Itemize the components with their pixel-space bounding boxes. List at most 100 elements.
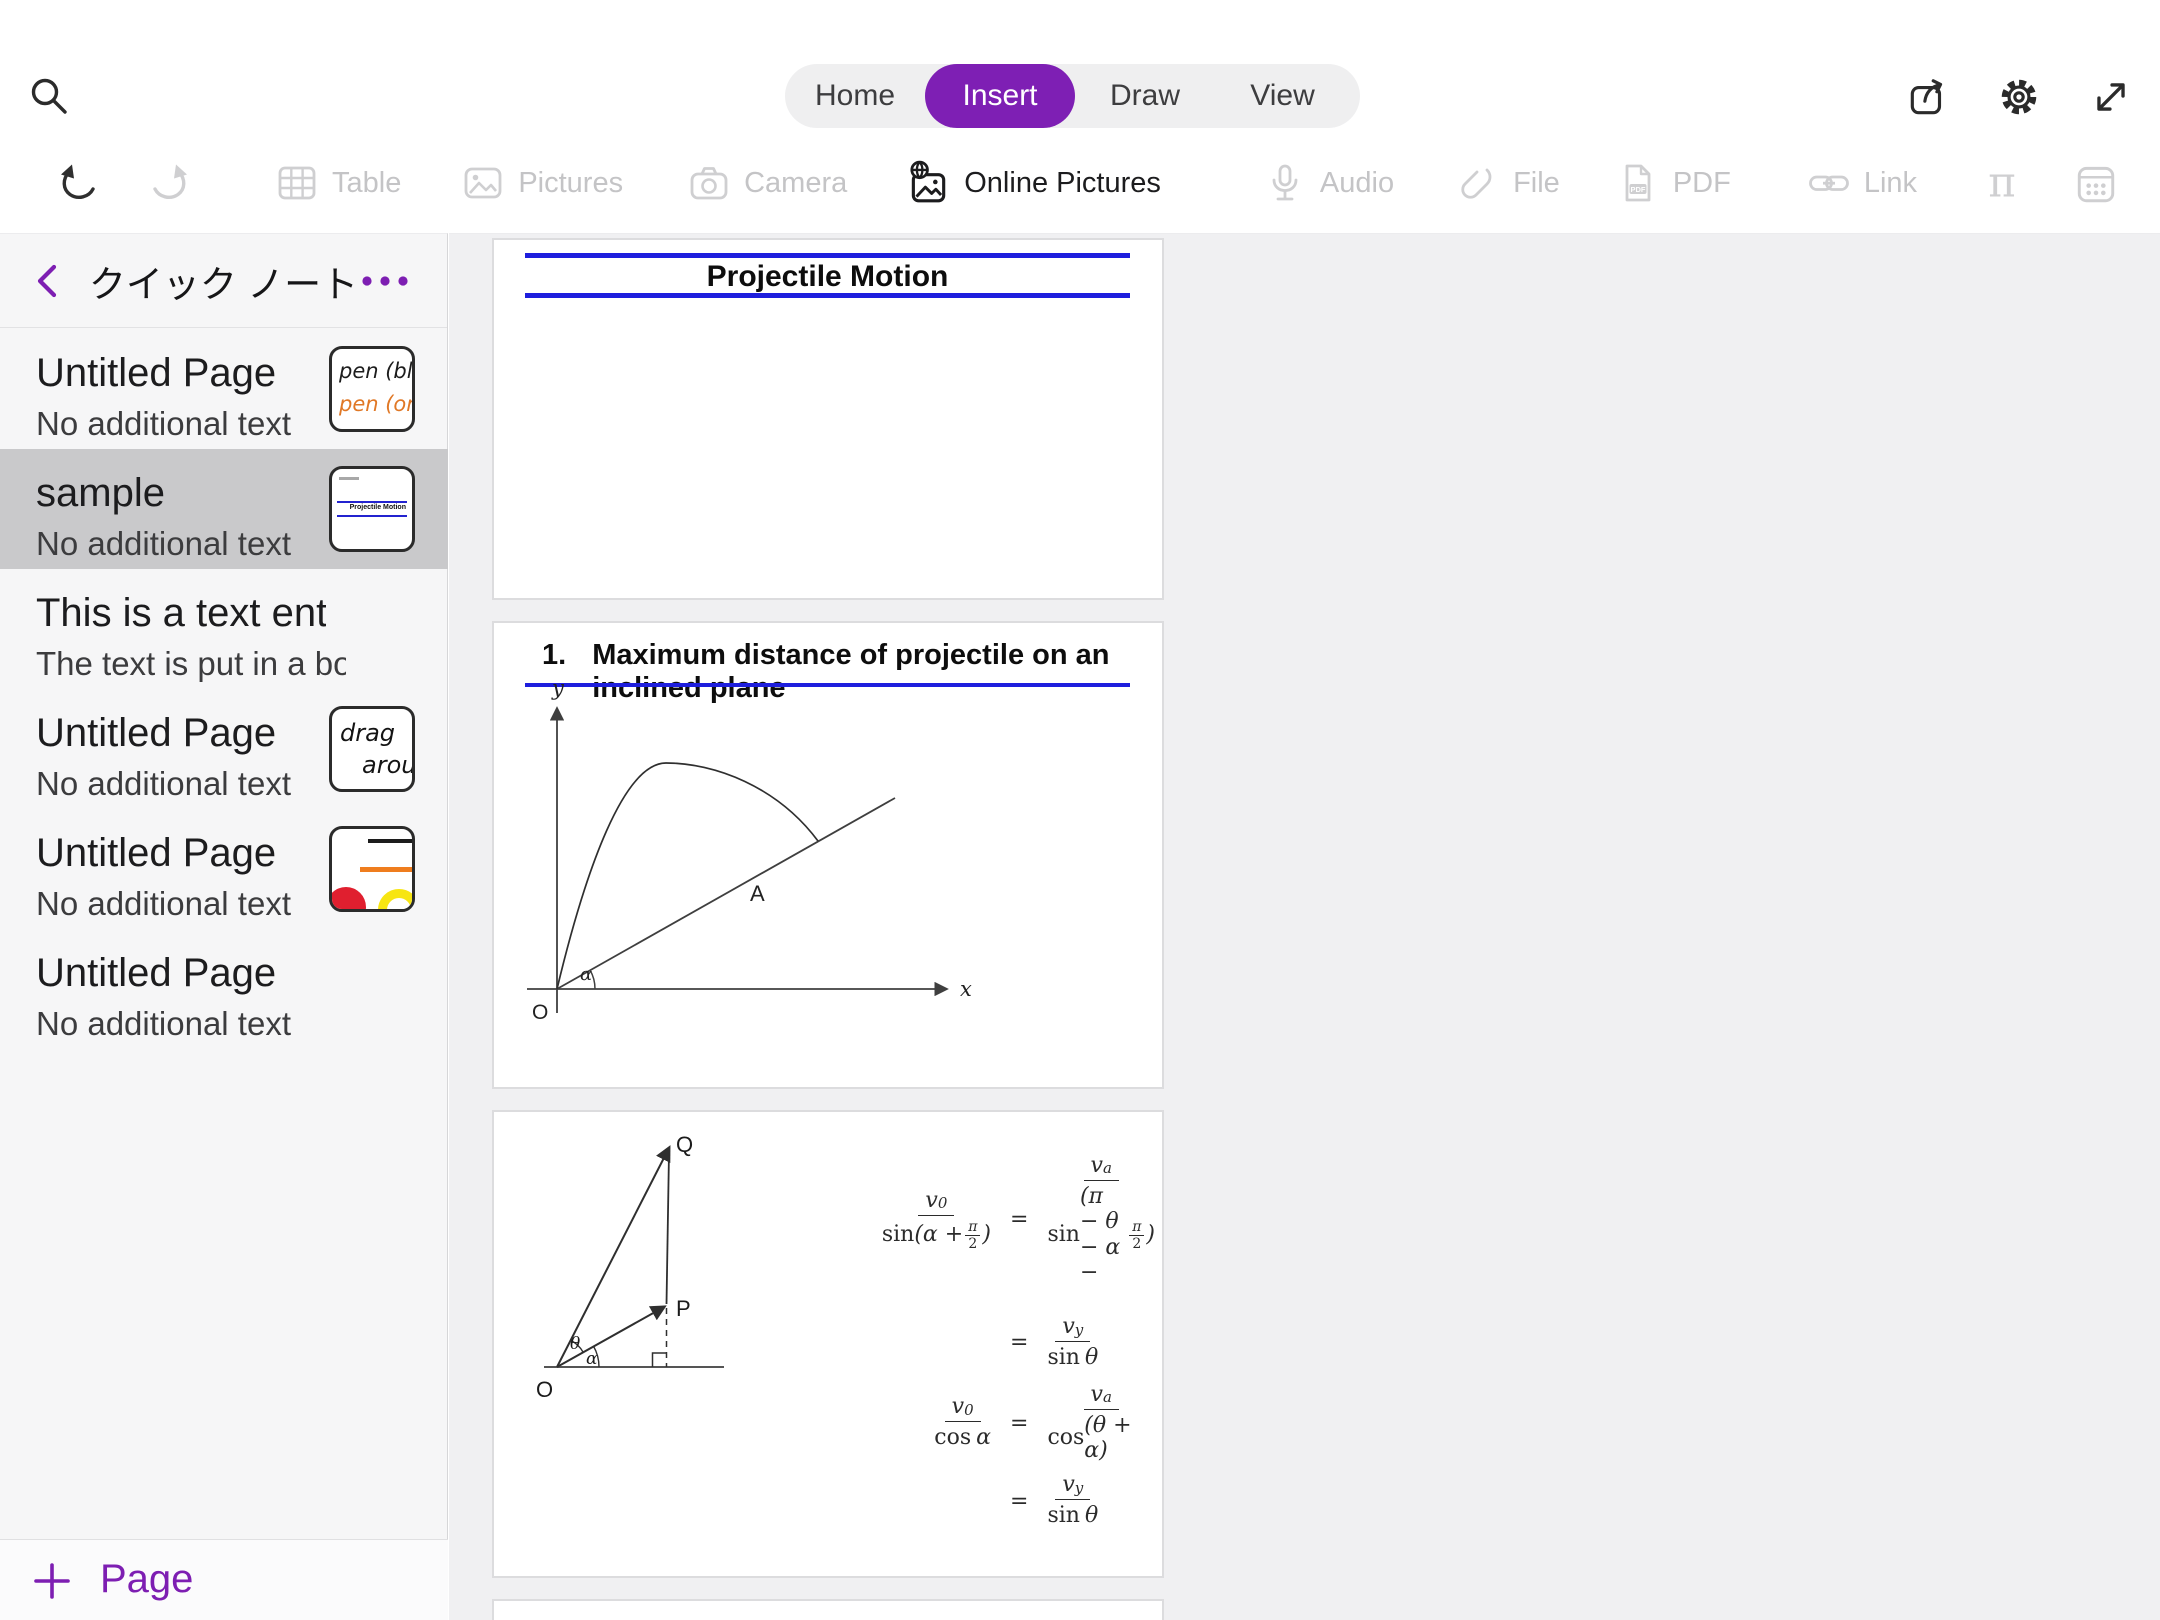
link-icon <box>1807 161 1851 205</box>
insert-online-pictures-button[interactable]: Online Pictures <box>905 160 1161 206</box>
thumb-rule <box>337 501 407 503</box>
page-list: Untitled Page No additional text pen (bl… <box>0 329 447 1049</box>
redo-icon <box>149 161 193 205</box>
thumb-rule <box>337 515 407 517</box>
equals-sign: = <box>1010 1489 1028 1514</box>
note-canvas[interactable]: Projectile Motion 1. Maximum distance of… <box>449 233 2160 1620</box>
page-list-item[interactable]: Untitled Page No additional text drag ar… <box>0 689 448 809</box>
page-title: Untitled Page <box>36 951 276 996</box>
page-title: This is a text entered in... <box>36 591 326 636</box>
note-outline-title[interactable]: Projectile Motion <box>492 238 1164 600</box>
insert-file-button[interactable]: File <box>1456 161 1560 205</box>
pdf-label: PDF <box>1673 167 1731 200</box>
link-label: Link <box>1864 167 1917 200</box>
insert-pictures-button[interactable]: Pictures <box>461 161 623 205</box>
file-label: File <box>1513 167 1560 200</box>
page-list-sidebar: クイック ノート Untitled Page No additional tex… <box>0 233 448 1620</box>
page-subtitle: The text is put in a box called... <box>36 645 346 683</box>
more-options-button[interactable] <box>355 259 419 303</box>
insert-pdf-button[interactable]: PDF PDF <box>1616 161 1731 205</box>
settings-button[interactable] <box>1996 74 2042 120</box>
page-list-item[interactable]: Untitled Page No additional text <box>0 809 448 929</box>
top-chrome: Home Insert Draw View <box>0 0 2160 233</box>
note-title: Projectile Motion <box>525 260 1130 294</box>
insert-audio-button[interactable]: Audio <box>1263 161 1394 205</box>
note-outline-vectors[interactable]: Q P O θ α v0 sin(α +π2) = <box>492 1110 1164 1578</box>
sidebar-header: クイック ノート <box>0 234 447 328</box>
insert-ribbon: Table Pictures Camera <box>0 133 2160 233</box>
ink-rule <box>525 253 1130 258</box>
pictures-label: Pictures <box>518 167 623 200</box>
share-icon <box>1905 74 1951 120</box>
page-title: Untitled Page <box>36 711 276 756</box>
thumb-ink-stroke <box>360 867 412 872</box>
point-q-label: Q <box>676 1132 693 1157</box>
camera-label: Camera <box>744 167 847 200</box>
online-pictures-label: Online Pictures <box>964 167 1161 200</box>
back-button[interactable] <box>28 259 72 303</box>
add-page-label: Page <box>100 1557 193 1602</box>
calendar-icon <box>2073 160 2119 206</box>
origin-label: O <box>532 1001 548 1024</box>
insert-link-button[interactable]: Link <box>1807 161 1917 205</box>
note-outline-section[interactable]: 1. Maximum distance of projectile on an … <box>492 621 1164 1089</box>
insert-equation-button[interactable]: π <box>1979 160 2025 206</box>
page-list-item[interactable]: Untitled Page No additional text pen (bl… <box>0 329 448 449</box>
note-outline-next[interactable] <box>492 1599 1164 1620</box>
ink-rule <box>525 293 1130 298</box>
page-list-item-selected[interactable]: sample No additional text Projectile Mot… <box>0 449 448 569</box>
axis-label-y: y <box>551 677 565 700</box>
table-icon <box>275 161 319 205</box>
velocity-triangle-diagram: Q P O θ α <box>494 1120 794 1430</box>
camera-icon <box>687 161 731 205</box>
angle-alpha-label: α <box>586 1349 598 1369</box>
add-page-button[interactable]: Page <box>0 1539 448 1620</box>
insert-table-button[interactable]: Table <box>275 161 401 205</box>
tab-draw[interactable]: Draw <box>1075 64 1215 128</box>
page-thumbnail: drag arou <box>329 706 415 792</box>
page-subtitle: No additional text <box>36 765 291 803</box>
page-subtitle: No additional text <box>36 405 291 443</box>
tab-home[interactable]: Home <box>785 64 925 128</box>
equation-line-4: = vy sinθ <box>830 1473 1162 1528</box>
equation-line-2: = vy sinθ <box>830 1315 1162 1370</box>
ellipsis-icon <box>355 259 419 303</box>
equals-sign: = <box>1010 1411 1028 1436</box>
equals-sign: = <box>1010 1207 1028 1232</box>
search-button[interactable] <box>28 75 72 119</box>
point-a-label: A <box>750 881 765 906</box>
insert-date-button[interactable] <box>2073 160 2119 206</box>
audio-icon <box>1263 161 1307 205</box>
point-p-label: P <box>676 1296 691 1321</box>
audio-label: Audio <box>1320 167 1394 200</box>
chevron-left-icon <box>28 259 72 303</box>
equals-sign: = <box>1010 1330 1028 1355</box>
search-icon <box>28 75 72 119</box>
thumb-ink-text: drag <box>340 717 412 749</box>
thumb-ink-text: pen (ora <box>339 388 412 421</box>
page-thumbnail: pen (bl pen (ora <box>329 346 415 432</box>
pi-icon: π <box>1979 160 2025 206</box>
redo-button[interactable] <box>149 161 193 205</box>
table-label: Table <box>332 167 401 200</box>
pictures-icon <box>461 161 505 205</box>
paperclip-icon <box>1456 161 1500 205</box>
fullscreen-button[interactable] <box>2088 74 2134 120</box>
share-button[interactable] <box>1905 74 1951 120</box>
onenote-app: Home Insert Draw View <box>0 0 2160 1620</box>
page-subtitle: No additional text <box>36 1005 291 1043</box>
thumb-ink-blob <box>378 889 415 912</box>
axis-label-x: x <box>960 977 972 1001</box>
insert-camera-button[interactable]: Camera <box>687 161 847 205</box>
thumb-ink-blob <box>329 887 366 912</box>
page-list-item[interactable]: Untitled Page No additional text <box>0 929 448 1049</box>
thumb-title-text: Projectile Motion <box>350 504 406 511</box>
online-pictures-icon <box>905 160 951 206</box>
tab-insert[interactable]: Insert <box>925 64 1075 128</box>
undo-button[interactable] <box>55 161 99 205</box>
page-title: sample <box>36 471 165 516</box>
pi-glyph: π <box>1988 160 2015 206</box>
page-list-item[interactable]: This is a text entered in... The text is… <box>0 569 448 689</box>
thumb-ink-stroke <box>368 839 412 843</box>
tab-view[interactable]: View <box>1215 64 1350 128</box>
